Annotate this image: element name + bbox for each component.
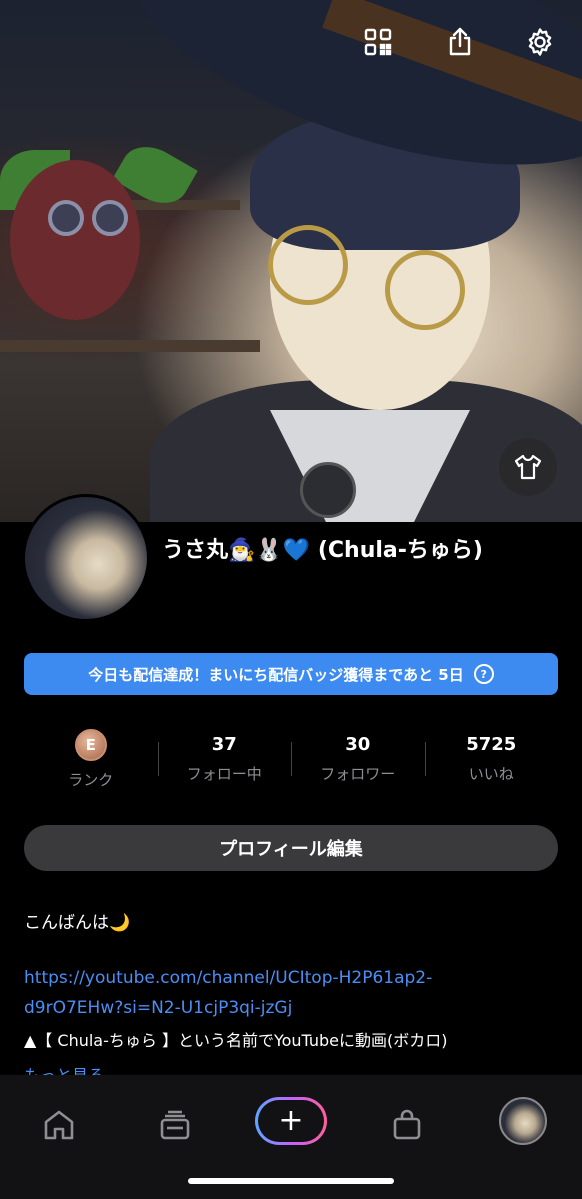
stat-following-label: フォロー中 xyxy=(186,765,262,783)
tab-shop[interactable] xyxy=(379,1097,435,1153)
profile-avatar[interactable] xyxy=(22,494,150,622)
home-icon xyxy=(44,1110,74,1140)
bio-link-line1[interactable]: https://youtube.com/channel/UCItop-H2P61… xyxy=(24,968,432,988)
stat-rank[interactable]: E ランク xyxy=(24,724,158,794)
streak-banner-text: 今日も配信達成！まいにち配信バッジ獲得まであと 5日 xyxy=(88,665,464,684)
stat-following-value: 37 xyxy=(211,734,237,755)
qr-code-icon xyxy=(364,28,392,56)
stat-followers[interactable]: 30 フォロワー xyxy=(291,724,425,794)
stat-likes-label: いいね xyxy=(468,765,514,783)
home-indicator xyxy=(188,1178,394,1184)
edit-profile-button[interactable]: プロフィール編集 xyxy=(24,825,558,871)
profile-stats: E ランク 37 フォロー中 30 フォロワー 5725 いいね xyxy=(24,724,558,794)
stat-rank-label: ランク xyxy=(68,770,114,789)
cover-image xyxy=(0,0,582,522)
share-button[interactable] xyxy=(440,22,480,62)
stat-likes-value: 5725 xyxy=(466,734,517,755)
stat-following[interactable]: 37 フォロー中 xyxy=(157,724,292,794)
help-icon[interactable]: ? xyxy=(473,664,494,684)
bio-link-line2[interactable]: d9rO7EHw?si=N2-U1cjP3qi-jzGj xyxy=(24,998,292,1018)
settings-button[interactable] xyxy=(520,22,560,62)
streak-banner[interactable]: 今日も配信達成！まいにち配信バッジ獲得まであと 5日 ? xyxy=(24,653,558,695)
username: うさ丸🧙‍♂️🐰💙 (Chula-ちゅら) xyxy=(162,538,483,563)
bio-description: ▲【 Chula-ちゅら 】という名前でYouTubeに動画(ボカロ) xyxy=(24,1031,448,1050)
bag-icon xyxy=(393,1109,421,1140)
gear-icon xyxy=(528,28,552,56)
tab-feed[interactable] xyxy=(147,1097,203,1153)
qr-code-button[interactable] xyxy=(358,22,398,62)
shirt-icon xyxy=(514,454,542,480)
bio-greeting: こんばんは🌙 xyxy=(24,913,131,933)
outfit-button[interactable] xyxy=(499,438,557,496)
rank-badge-icon: E xyxy=(74,728,107,761)
stat-likes[interactable]: 5725 いいね xyxy=(424,724,559,794)
tab-home[interactable] xyxy=(31,1097,87,1153)
feed-icon xyxy=(160,1110,190,1140)
share-icon xyxy=(449,27,471,56)
plus-icon: + xyxy=(258,1100,324,1142)
create-button[interactable]: + xyxy=(255,1097,327,1145)
stat-followers-label: フォロワー xyxy=(320,765,396,783)
stat-followers-value: 30 xyxy=(345,734,371,755)
tab-profile-avatar[interactable] xyxy=(499,1097,547,1145)
